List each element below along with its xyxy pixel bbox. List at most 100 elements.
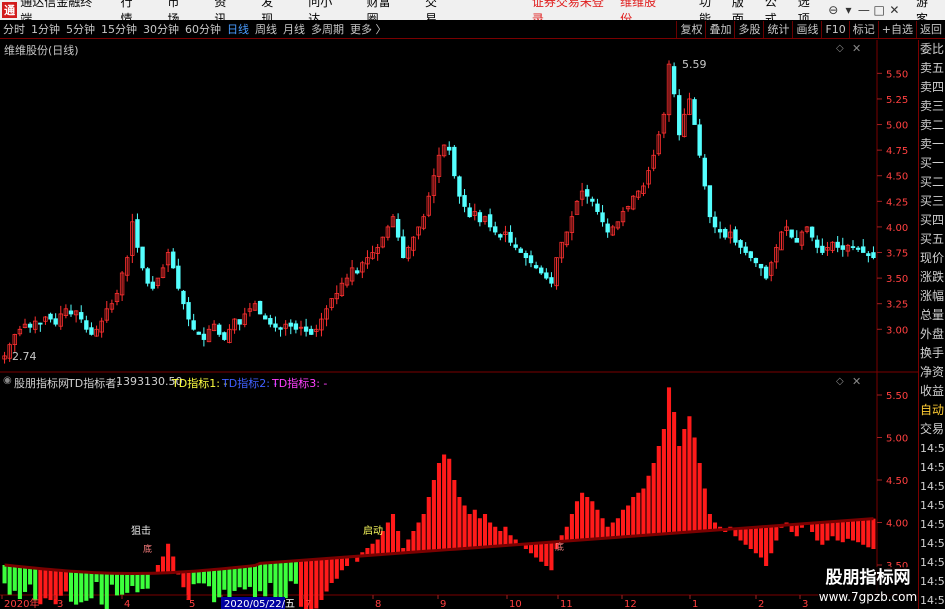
date-label: 1 (692, 599, 698, 609)
f10-button[interactable]: F10 (821, 20, 848, 38)
indicator-bar-red (600, 518, 605, 540)
restore-rights-button[interactable]: 复权 (676, 20, 705, 38)
indicator-bar-green (242, 566, 247, 590)
back-button[interactable]: 返回 (916, 20, 945, 38)
overlay-button[interactable]: 叠加 (705, 20, 734, 38)
indicator-bar-red (447, 458, 452, 551)
candle-body (835, 241, 840, 248)
candle-body (303, 326, 309, 332)
tab-monthly[interactable]: 月线 (280, 21, 308, 37)
period-toolbar: 分时 1分钟 5分钟 15分钟 30分钟 60分钟 日线 周线 月线 多周期 更… (0, 20, 945, 39)
indicator-bar-red (585, 497, 590, 541)
dropdown-icon[interactable]: ▾ (841, 3, 856, 17)
chart-settings-icon[interactable]: ◇ (836, 43, 844, 54)
candle-body (605, 223, 610, 233)
tab-30min[interactable]: 30分钟 (140, 21, 182, 37)
indicator-settings-icon[interactable]: ◇ (836, 376, 844, 387)
indicator-bar-red (871, 518, 876, 549)
indicator-tick-label: 4.50 (886, 476, 908, 487)
indicator-bar-green (247, 566, 252, 587)
candle-body (549, 277, 554, 284)
tab-1min[interactable]: 1分钟 (28, 21, 63, 37)
add-watchlist-button[interactable]: +自选 (877, 20, 916, 38)
minimize-icon[interactable]: — (856, 3, 871, 17)
indicator-bar-red (615, 518, 620, 539)
indicator-bar-red (631, 497, 636, 538)
indicator-bar-red (534, 543, 539, 558)
statistics-button[interactable]: 统计 (763, 20, 792, 38)
candle-body (523, 253, 529, 259)
indicator-bar-green (2, 565, 7, 584)
candle-body (309, 328, 314, 335)
tab-weekly[interactable]: 周线 (252, 21, 280, 37)
price-tick-label: 4.50 (886, 172, 908, 183)
close-icon[interactable]: ✕ (887, 3, 902, 17)
indicator-bar-red (493, 526, 498, 548)
indicator-bar-green (28, 567, 33, 585)
indicator-bar-green (201, 570, 206, 584)
candle-body (395, 218, 401, 238)
indicator-bar-red (166, 543, 171, 574)
indicator-bar-red (329, 558, 334, 583)
high-price-label: 5.59 (682, 58, 707, 71)
indicator-bar-red (442, 454, 447, 551)
mark-button[interactable]: 标记 (848, 20, 878, 38)
indicator-bar-red (181, 571, 186, 588)
quote-label: 买四 (920, 213, 945, 227)
candle-body (712, 216, 718, 228)
quote-label: 外盘 (920, 327, 945, 341)
indicator-bar-green (145, 573, 150, 589)
tab-more[interactable]: 更多 〉 (347, 21, 390, 37)
tab-5min[interactable]: 5分钟 (63, 21, 98, 37)
candle-body (809, 226, 815, 238)
candle-body (53, 318, 58, 325)
indicator-bar-red (692, 437, 697, 533)
indicator-bar-green (109, 573, 114, 585)
chart-close-icon[interactable]: ✕ (852, 42, 861, 55)
indicator-tick-label: 5.00 (886, 434, 908, 445)
circle-icon[interactable]: ⊖ (826, 3, 841, 17)
indicator-bar-red (850, 520, 856, 541)
indicator-bar-red (620, 509, 626, 538)
candle-body (855, 247, 861, 250)
indicator-bar-red (339, 557, 344, 571)
indicator-bar-red (467, 514, 472, 550)
quote-label: 净资 (920, 365, 945, 379)
candle-body (477, 212, 483, 223)
tab-fenshi[interactable]: 分时 (0, 21, 28, 37)
price-tick-label: 3.50 (886, 274, 908, 285)
maximize-icon[interactable]: □ (871, 3, 886, 17)
indicator-bar-red (426, 497, 431, 553)
tick-time: 14:56 (920, 499, 945, 512)
date-label: 8 (375, 599, 381, 609)
candle-body (789, 229, 794, 238)
indicator-bar-green (273, 562, 278, 599)
date-label: 4 (124, 599, 130, 609)
indicator-bar-red (697, 463, 702, 533)
annotation-sniper: 狙击 (131, 526, 151, 537)
date-label: 11 (560, 599, 573, 609)
tab-15min[interactable]: 15分钟 (98, 21, 140, 37)
date-label: 9 (440, 599, 446, 609)
indicator-tick-label: 4.00 (886, 519, 908, 530)
multi-stock-button[interactable]: 多股 (734, 20, 763, 38)
indicator-bar-red (457, 497, 462, 550)
indicator-toggle-icon[interactable]: ◉ (3, 375, 12, 386)
tab-multi-period[interactable]: 多周期 (308, 21, 347, 37)
candle-body (717, 229, 723, 233)
indicator-bar-red (477, 518, 482, 549)
candle-body (401, 236, 406, 259)
date-label: 12 (624, 599, 637, 609)
draw-line-button[interactable]: 画线 (792, 20, 821, 38)
indicator-bar-green (222, 568, 227, 590)
quote-label: 委比 (920, 42, 945, 56)
indicator-bar-red (707, 514, 712, 532)
low-price-label: 2.74 (12, 350, 37, 363)
tab-60min[interactable]: 60分钟 (182, 21, 224, 37)
price-tick-label: 4.75 (886, 146, 908, 157)
indicator-close-icon[interactable]: ✕ (852, 375, 861, 388)
indicator-bar-green (232, 567, 237, 591)
candle-body (723, 228, 728, 238)
candle-body (68, 310, 74, 315)
tab-daily[interactable]: 日线 (224, 21, 252, 37)
